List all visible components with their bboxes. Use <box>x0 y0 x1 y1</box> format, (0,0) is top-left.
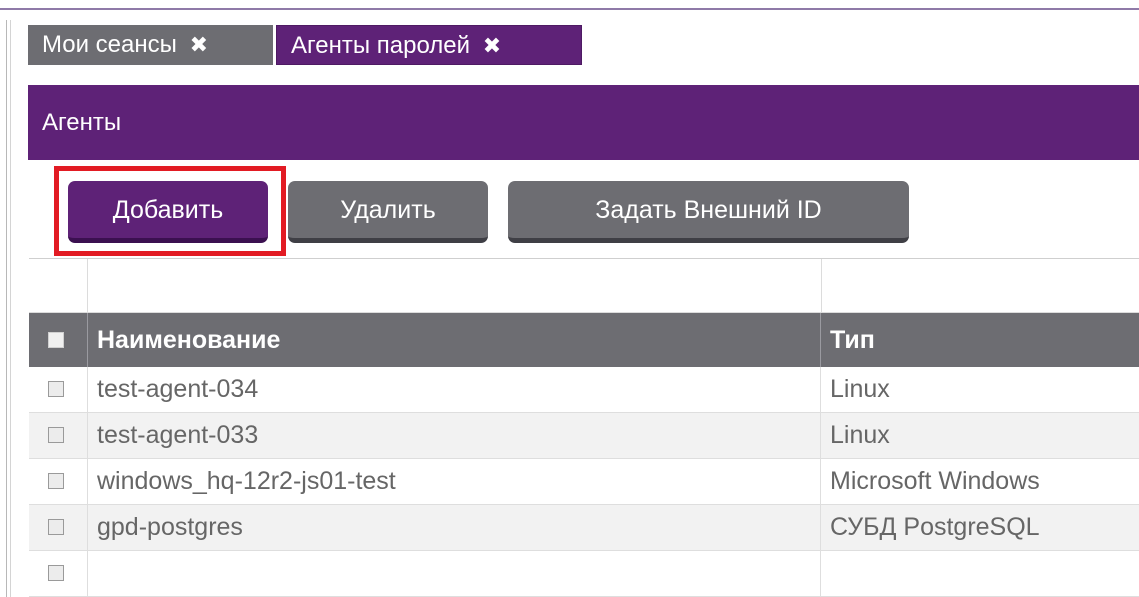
add-button[interactable]: Добавить <box>68 181 268 243</box>
tab-password-agents-label: Агенты паролей <box>291 32 471 59</box>
column-divider <box>87 551 88 596</box>
tab-my-sessions-label: Мои сеансы <box>42 31 177 58</box>
close-icon[interactable]: ✖ <box>483 26 501 66</box>
table-row[interactable]: test-agent-034 Linux <box>29 367 1139 413</box>
page: Мои сеансы ✖ Агенты паролей ✖ Агенты Доб… <box>0 0 1139 597</box>
tab-password-agents[interactable]: Агенты паролей ✖ <box>276 25 582 65</box>
column-divider <box>87 459 88 504</box>
top-border <box>0 8 1139 10</box>
row-type: СУБД PostgreSQL <box>830 513 1040 541</box>
row-name: gpd-postgres <box>97 513 243 541</box>
column-header-name[interactable]: Наименование <box>97 313 280 367</box>
row-type: Microsoft Windows <box>830 467 1040 495</box>
column-divider <box>820 413 821 458</box>
column-divider <box>87 413 88 458</box>
type-filter-cell[interactable] <box>821 259 1139 312</box>
row-checkbox[interactable] <box>48 381 64 397</box>
close-icon[interactable]: ✖ <box>190 25 208 65</box>
row-checkbox[interactable] <box>48 519 64 535</box>
column-divider <box>87 367 88 412</box>
tab-my-sessions[interactable]: Мои сеансы ✖ <box>28 25 273 65</box>
table-row[interactable]: windows_hq-12r2-js01-test Microsoft Wind… <box>29 459 1139 505</box>
table-row-partial[interactable] <box>29 551 1139 597</box>
column-divider <box>820 459 821 504</box>
column-divider <box>820 367 821 412</box>
row-name: test-agent-034 <box>97 375 259 403</box>
table-row[interactable]: test-agent-033 Linux <box>29 413 1139 459</box>
row-type: Linux <box>830 375 890 403</box>
panel-title: Агенты <box>28 85 1139 160</box>
column-divider <box>820 505 821 550</box>
row-name: test-agent-033 <box>97 421 259 449</box>
column-divider <box>820 313 821 367</box>
delete-button[interactable]: Удалить <box>288 181 488 243</box>
row-checkbox[interactable] <box>48 565 64 581</box>
column-divider <box>820 551 821 596</box>
column-divider <box>87 505 88 550</box>
row-checkbox[interactable] <box>48 427 64 443</box>
column-header-type[interactable]: Тип <box>830 313 875 367</box>
select-all-checkbox[interactable] <box>48 332 64 348</box>
table-row[interactable]: gpd-postgres СУБД PostgreSQL <box>29 505 1139 551</box>
left-border-inner <box>10 20 11 597</box>
left-border <box>6 20 7 597</box>
filter-row <box>29 259 1139 313</box>
column-divider <box>87 313 88 367</box>
agents-grid: Наименование Тип test-agent-034 Linux te… <box>29 258 1139 597</box>
header-row: Наименование Тип <box>29 313 1139 367</box>
row-type: Linux <box>830 421 890 449</box>
set-external-id-button[interactable]: Задать Внешний ID <box>508 181 909 243</box>
name-filter-cell[interactable] <box>87 259 821 312</box>
row-checkbox[interactable] <box>48 473 64 489</box>
row-name: windows_hq-12r2-js01-test <box>97 467 396 495</box>
